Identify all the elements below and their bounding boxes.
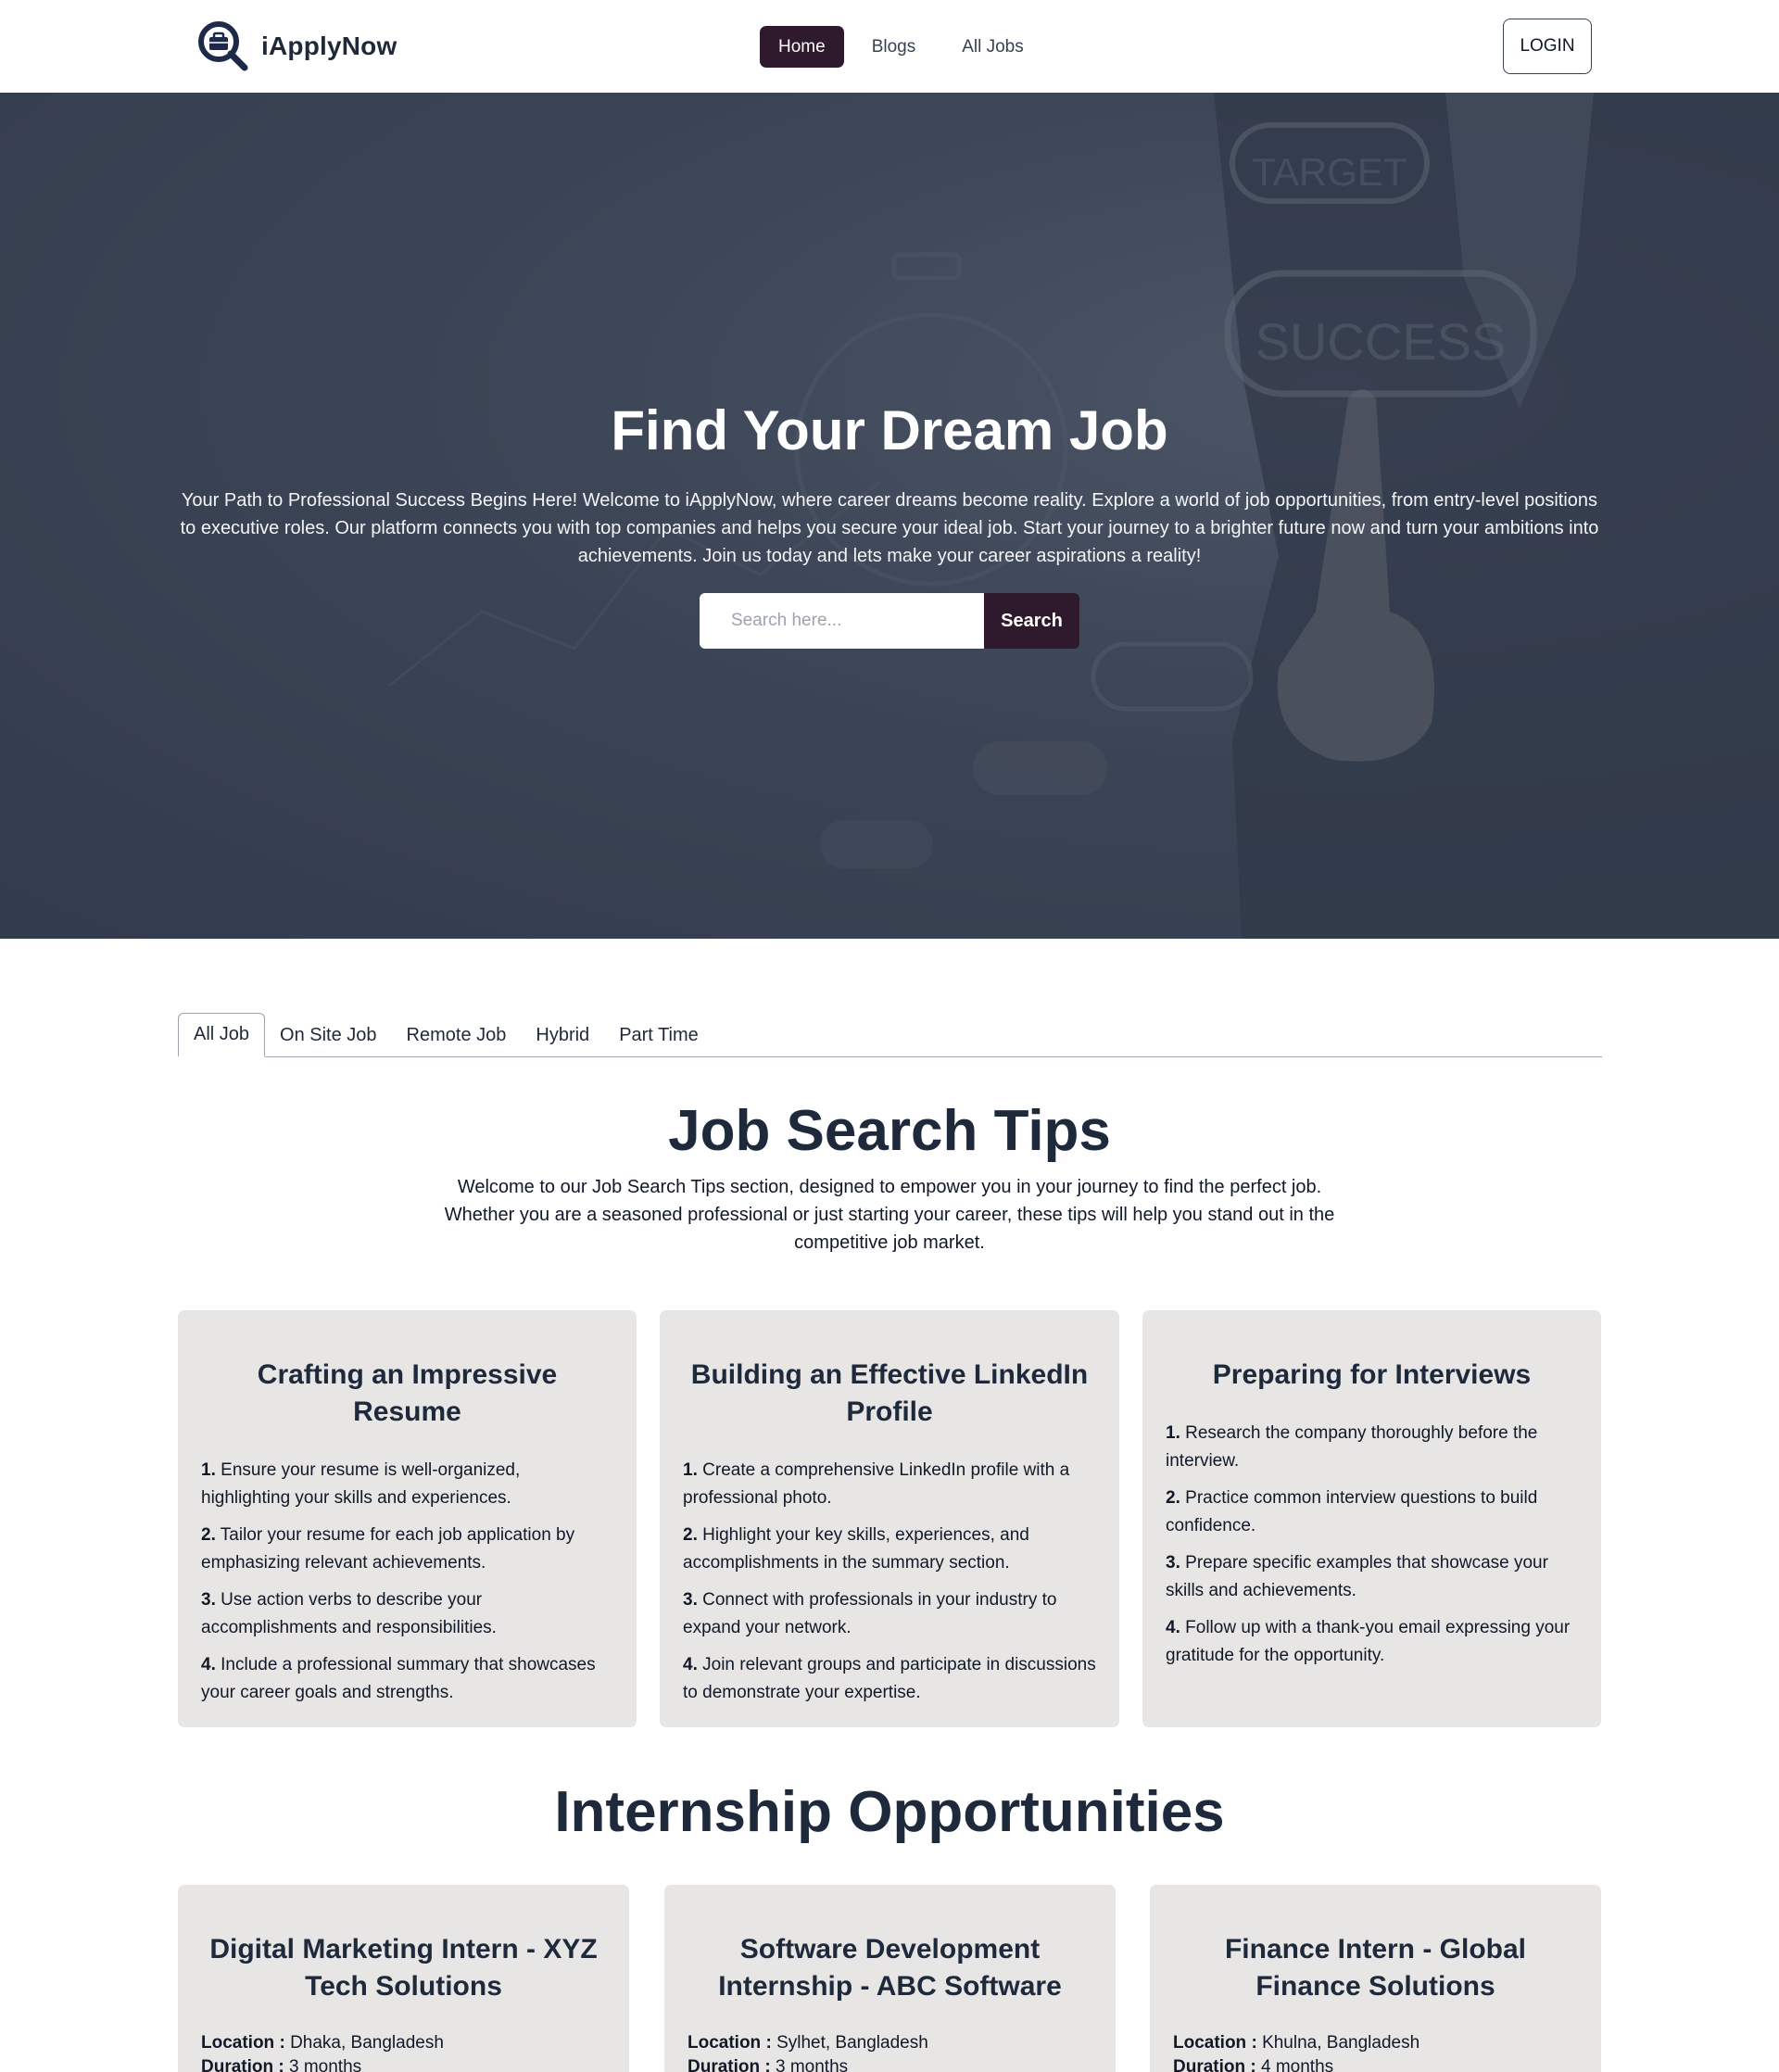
tip-card-resume: Crafting an Impressive Resume 1. Ensure … xyxy=(178,1310,637,1727)
tip-card-title: Building an Effective LinkedIn Profile xyxy=(690,1359,1089,1427)
tab-on-site-job[interactable]: On Site Job xyxy=(265,1013,392,1057)
magnifier-briefcase-icon xyxy=(196,19,250,73)
tips-title: Job Search Tips xyxy=(668,1099,1111,1163)
internship-card[interactable]: Finance Intern - Global Finance Solution… xyxy=(1150,1885,1601,2072)
list-item: 2. Tailor your resume for each job appli… xyxy=(201,1525,575,1573)
brand[interactable]: iApplyNow xyxy=(196,19,397,74)
hero-title: Find Your Dream Job xyxy=(611,399,1168,461)
hero-description: Your Path to Professional Success Begins… xyxy=(180,490,1599,566)
tab-hybrid[interactable]: Hybrid xyxy=(521,1013,604,1057)
tips-intro: Welcome to our Job Search Tips section, … xyxy=(444,1177,1335,1253)
list-item: 4. Join relevant groups and participate … xyxy=(683,1655,1096,1702)
internship-title: Digital Marketing Intern - XYZ Tech Solu… xyxy=(209,1934,598,2002)
nav-home[interactable]: Home xyxy=(760,26,844,68)
internship-card[interactable]: Software Development Internship - ABC So… xyxy=(664,1885,1116,2072)
list-item: 4. Include a professional summary that s… xyxy=(201,1655,596,1702)
list-item: 3. Use action verbs to describe your acc… xyxy=(201,1590,497,1637)
tab-remote-job[interactable]: Remote Job xyxy=(392,1013,522,1057)
internship-location: Location : Sylhet, Bangladesh xyxy=(688,2033,928,2053)
job-type-tabs: All Job On Site Job Remote Job Hybrid Pa… xyxy=(178,1013,1602,1057)
list-item: 4. Follow up with a thank-you email expr… xyxy=(1166,1618,1571,1665)
internships-title: Internship Opportunities xyxy=(554,1780,1225,1844)
internship-title: Finance Intern - Global Finance Solution… xyxy=(1224,1934,1527,2002)
internship-meta: Location : Khulna, Bangladesh Duration :… xyxy=(1173,2031,1578,2072)
tip-list: 1. Research the company thoroughly befor… xyxy=(1166,1420,1578,1670)
search-input[interactable] xyxy=(700,593,984,649)
internship-title: Software Development Internship - ABC So… xyxy=(718,1934,1062,2002)
navbar: iApplyNow Home Blogs All Jobs LOGIN xyxy=(0,0,1779,93)
tab-all-job[interactable]: All Job xyxy=(178,1013,266,1057)
internship-location: Location : Khulna, Bangladesh xyxy=(1173,2033,1420,2053)
internship-meta: Location : Sylhet, Bangladesh Duration :… xyxy=(688,2031,1092,2072)
nav-all-jobs[interactable]: All Jobs xyxy=(943,26,1042,68)
list-item: 2. Practice common interview questions t… xyxy=(1166,1488,1538,1535)
list-item: 3. Prepare specific examples that showca… xyxy=(1166,1553,1548,1600)
list-item: 1. Create a comprehensive LinkedIn profi… xyxy=(683,1460,1070,1508)
tab-part-time[interactable]: Part Time xyxy=(604,1013,713,1057)
tip-card-title: Preparing for Interviews xyxy=(1212,1359,1532,1390)
tip-list: 1. Create a comprehensive LinkedIn profi… xyxy=(683,1457,1096,1707)
hero-banner: TARGET SUCCESS Find Your Dream Job Your P… xyxy=(0,93,1779,939)
internship-duration: Duration : 3 months xyxy=(688,2057,849,2072)
internship-duration: Duration : 3 months xyxy=(201,2057,362,2072)
internship-location: Location : Dhaka, Bangladesh xyxy=(201,2033,444,2053)
job-search-form: Search xyxy=(700,593,1079,649)
search-button[interactable]: Search xyxy=(984,593,1079,649)
list-item: 1. Ensure your resume is well-organized,… xyxy=(201,1460,521,1508)
internship-card[interactable]: Digital Marketing Intern - XYZ Tech Solu… xyxy=(178,1885,629,2072)
list-item: 1. Research the company thoroughly befor… xyxy=(1166,1423,1538,1471)
main-nav: Home Blogs All Jobs xyxy=(760,26,1042,68)
tip-list: 1. Ensure your resume is well-organized,… xyxy=(201,1457,613,1707)
brand-name: iApplyNow xyxy=(261,32,397,60)
tip-card-linkedin: Building an Effective LinkedIn Profile 1… xyxy=(660,1310,1119,1727)
internship-meta: Location : Dhaka, Bangladesh Duration : … xyxy=(201,2031,606,2072)
internship-duration: Duration : 4 months xyxy=(1173,2057,1334,2072)
login-button[interactable]: LOGIN xyxy=(1503,19,1592,74)
list-item: 3. Connect with professionals in your in… xyxy=(683,1590,1057,1637)
nav-blogs[interactable]: Blogs xyxy=(853,26,935,68)
tip-card-title: Crafting an Impressive Resume xyxy=(257,1359,558,1427)
tip-card-interviews: Preparing for Interviews 1. Research the… xyxy=(1142,1310,1601,1727)
list-item: 2. Highlight your key skills, experience… xyxy=(683,1525,1029,1573)
